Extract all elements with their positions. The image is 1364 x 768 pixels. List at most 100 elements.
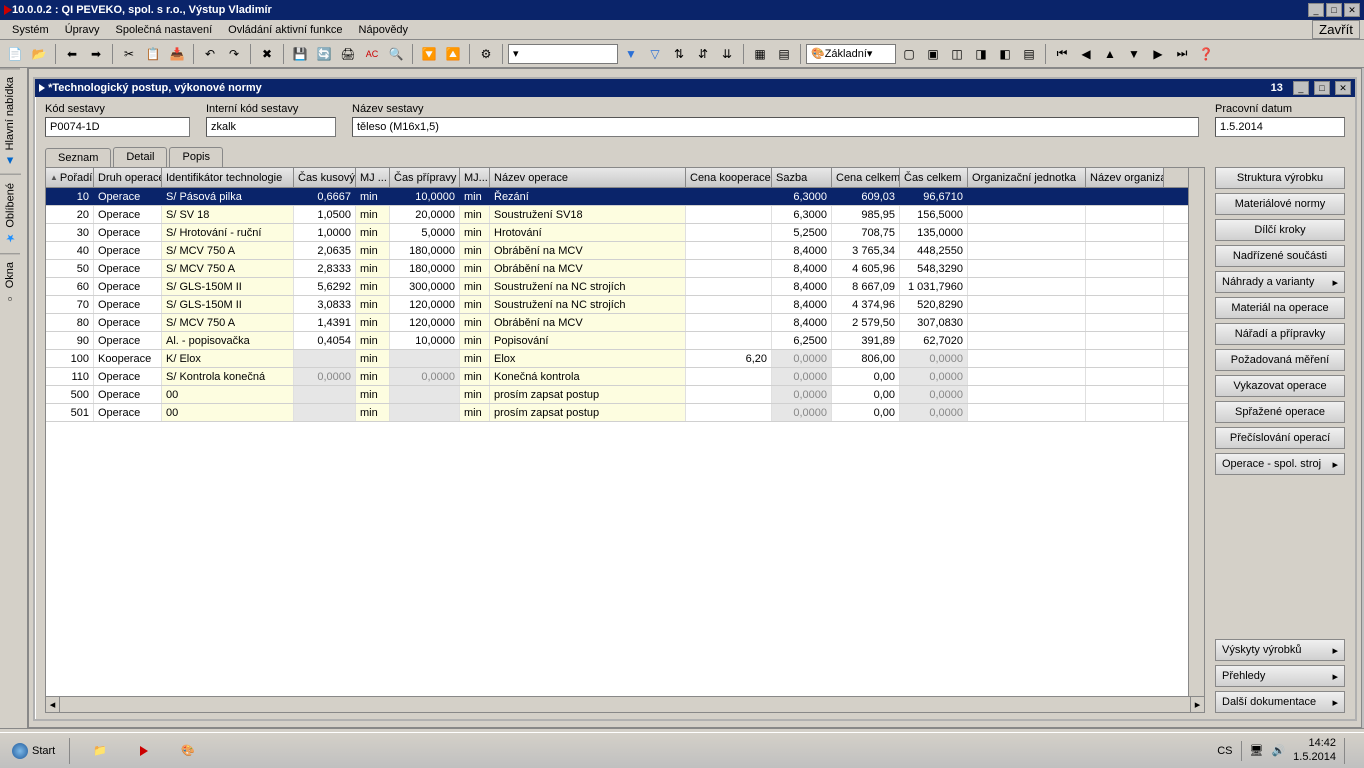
tray-clock[interactable]: 14:42 1.5.2014: [1293, 737, 1336, 763]
btn-vykazovat[interactable]: Vykazovat operace: [1215, 375, 1345, 397]
table-row[interactable]: 50OperaceS/ MCV 750 A2,8333min180,0000mi…: [46, 260, 1188, 278]
btn-material-normy[interactable]: Materiálové normy: [1215, 193, 1345, 215]
menu-spolecna[interactable]: Společná nastavení: [108, 22, 221, 38]
tray-sound-icon[interactable]: 🔊: [1271, 744, 1285, 757]
col-mj2[interactable]: MJ...: [460, 168, 490, 187]
table-row[interactable]: 500Operace00minminprosím zapsat postup0,…: [46, 386, 1188, 404]
grid-scrollbar-h[interactable]: ◂ ▸: [46, 696, 1204, 712]
tb-lay1-icon[interactable]: ▢: [898, 43, 920, 65]
col-nazev[interactable]: Název operace: [490, 168, 686, 187]
col-koop[interactable]: Cena kooperace: [686, 168, 772, 187]
btn-struktura[interactable]: Struktura výrobku: [1215, 167, 1345, 189]
table-row[interactable]: 110OperaceS/ Kontrola konečná0,0000min0,…: [46, 368, 1188, 386]
menu-upravy[interactable]: Úpravy: [57, 22, 108, 38]
col-cena[interactable]: Cena celkem: [832, 168, 900, 187]
tb-copy-icon[interactable]: 📋: [142, 43, 164, 65]
menu-system[interactable]: Systém: [4, 22, 57, 38]
tb-nav-last-icon[interactable]: ⏭: [1171, 43, 1193, 65]
table-row[interactable]: 30OperaceS/ Hrotování - ruční1,0000min5,…: [46, 224, 1188, 242]
taskbar-explorer-icon[interactable]: 📁: [80, 736, 120, 766]
table-row[interactable]: 10OperaceS/ Pásová pilka0,6667min10,0000…: [46, 188, 1188, 206]
btn-dalsi-dok[interactable]: Další dokumentace▸: [1215, 691, 1345, 713]
tray-flag-icon[interactable]: 🖥: [1250, 744, 1264, 757]
leftbar-windows[interactable]: ▫Okna: [0, 253, 20, 312]
tb-filter2-icon[interactable]: 🔼: [442, 43, 464, 65]
leftbar-main-menu[interactable]: ▲Hlavní nabídka: [0, 68, 20, 174]
tb-back-icon[interactable]: ⬅: [61, 43, 83, 65]
btn-dilci[interactable]: Dílčí kroky: [1215, 219, 1345, 241]
input-int[interactable]: [206, 117, 336, 137]
col-poradi[interactable]: ▲Pořadí: [46, 168, 94, 187]
tb-sort1-icon[interactable]: ⇅: [668, 43, 690, 65]
tb-grid2-icon[interactable]: ▤: [773, 43, 795, 65]
btn-precislovani[interactable]: Přečíslování operací: [1215, 427, 1345, 449]
tb-nav-down-icon[interactable]: ▼: [1123, 43, 1145, 65]
tab-detail[interactable]: Detail: [113, 147, 167, 167]
tb-gear-icon[interactable]: ⚙: [475, 43, 497, 65]
col-mj1[interactable]: MJ ...: [356, 168, 390, 187]
tb-nav-next-icon[interactable]: ▶: [1147, 43, 1169, 65]
tray-showdesktop[interactable]: [1344, 738, 1352, 764]
tb-grid-icon[interactable]: ▦: [749, 43, 771, 65]
table-row[interactable]: 90OperaceAl. - popisovačka0,4054min10,00…: [46, 332, 1188, 350]
tray-lang[interactable]: CS: [1217, 745, 1232, 757]
input-naz[interactable]: [352, 117, 1199, 137]
mdi-maximize-button[interactable]: □: [1314, 81, 1330, 95]
menubar-close-button[interactable]: Zavřít: [1312, 20, 1360, 39]
btn-vyskyty[interactable]: Výskyty výrobků▸: [1215, 639, 1345, 661]
taskbar-app-icon[interactable]: [124, 736, 164, 766]
col-tech[interactable]: Identifikátor technologie: [162, 168, 294, 187]
col-org[interactable]: Organizační jednotka: [968, 168, 1086, 187]
btn-nadrizene[interactable]: Nadřízené součásti: [1215, 245, 1345, 267]
taskbar-paint-icon[interactable]: 🎨: [168, 736, 208, 766]
tb-open-icon[interactable]: 📂: [28, 43, 50, 65]
tb-nav-up-icon[interactable]: ▲: [1099, 43, 1121, 65]
tb-funnel-icon[interactable]: ▼: [620, 43, 642, 65]
tb-print-icon[interactable]: 🖨: [337, 43, 359, 65]
grid-body[interactable]: 10OperaceS/ Pásová pilka0,6667min10,0000…: [46, 188, 1188, 696]
minimize-button[interactable]: _: [1308, 3, 1324, 17]
tb-cut-icon[interactable]: ✂: [118, 43, 140, 65]
col-priprava[interactable]: Čas přípravy: [390, 168, 460, 187]
tb-funnel2-icon[interactable]: ▽: [644, 43, 666, 65]
tb-combo-layout[interactable]: 🎨 Základní ▾: [806, 44, 896, 64]
tb-sort2-icon[interactable]: ⇵: [692, 43, 714, 65]
col-kusovy[interactable]: Čas kusový: [294, 168, 356, 187]
btn-pozadovana[interactable]: Požadovaná měření: [1215, 349, 1345, 371]
tb-refresh-icon[interactable]: 🔄: [313, 43, 335, 65]
grid-scrollbar-v[interactable]: [1188, 168, 1204, 696]
table-row[interactable]: 501Operace00minminprosím zapsat postup0,…: [46, 404, 1188, 422]
tb-nav-prev-icon[interactable]: ◀: [1075, 43, 1097, 65]
tab-seznam[interactable]: Seznam: [45, 148, 111, 168]
tb-undo-icon[interactable]: ↶: [199, 43, 221, 65]
tb-help-icon[interactable]: ❓: [1195, 43, 1217, 65]
tb-fwd-icon[interactable]: ➡: [85, 43, 107, 65]
btn-naradi[interactable]: Nářadí a přípravky: [1215, 323, 1345, 345]
leftbar-favorites[interactable]: ★Oblíbené: [0, 174, 21, 253]
col-norg[interactable]: Název organiza: [1086, 168, 1164, 187]
col-sazba[interactable]: Sazba: [772, 168, 832, 187]
close-button[interactable]: ✕: [1344, 3, 1360, 17]
mdi-minimize-button[interactable]: _: [1293, 81, 1309, 95]
tb-new-icon[interactable]: 📄: [4, 43, 26, 65]
table-row[interactable]: 70OperaceS/ GLS-150M II3,0833min120,0000…: [46, 296, 1188, 314]
tb-lay2-icon[interactable]: ▣: [922, 43, 944, 65]
tb-lay4-icon[interactable]: ◨: [970, 43, 992, 65]
tb-search-icon[interactable]: 🔍: [385, 43, 407, 65]
tb-save-icon[interactable]: 💾: [289, 43, 311, 65]
btn-operace-spol[interactable]: Operace - spol. stroj▸: [1215, 453, 1345, 475]
table-row[interactable]: 80OperaceS/ MCV 750 A1,4391min120,0000mi…: [46, 314, 1188, 332]
tb-paste-icon[interactable]: 📥: [166, 43, 188, 65]
table-row[interactable]: 100KooperaceK/ EloxminminElox6,200,00008…: [46, 350, 1188, 368]
btn-nahrady[interactable]: Náhrady a varianty▸: [1215, 271, 1345, 293]
btn-material-operace[interactable]: Materiál na operace: [1215, 297, 1345, 319]
input-kod[interactable]: [45, 117, 190, 137]
data-grid[interactable]: ▲Pořadí Druh operace Identifikátor techn…: [45, 167, 1205, 713]
btn-sprazene[interactable]: Spřažené operace: [1215, 401, 1345, 423]
menu-napovedy[interactable]: Nápovědy: [351, 22, 417, 38]
tb-lay3-icon[interactable]: ◫: [946, 43, 968, 65]
mdi-close-button[interactable]: ✕: [1335, 81, 1351, 95]
col-druh[interactable]: Druh operace: [94, 168, 162, 187]
tb-ac-icon[interactable]: AC: [361, 43, 383, 65]
start-button[interactable]: Start: [4, 739, 63, 763]
